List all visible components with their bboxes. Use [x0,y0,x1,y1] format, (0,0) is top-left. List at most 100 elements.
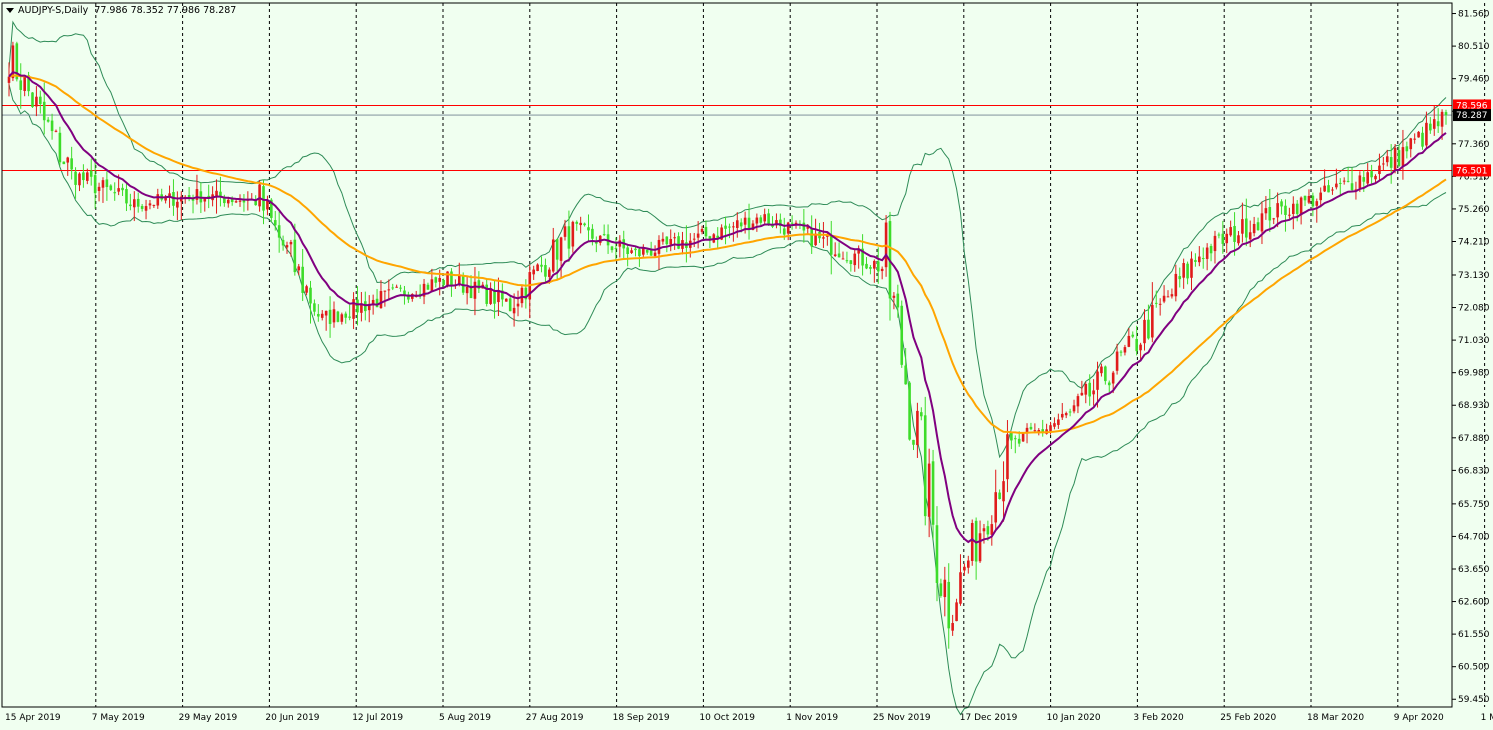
plot-frame [1,2,1453,708]
y-tick-label: 64.700 [1458,532,1490,542]
candle [1127,327,1131,348]
x-tick-label: 25 Feb 2020 [1220,713,1276,723]
horizontal-level-tag: 76.501 [1453,164,1491,177]
candle [246,191,250,211]
svg-text:78.287: 78.287 [1456,111,1488,121]
candle [516,290,520,317]
candles-layer [7,41,1448,649]
candle [39,90,42,114]
candle [31,92,34,108]
candle [1217,232,1221,239]
candle [1143,309,1146,351]
candle [203,197,207,212]
x-tick-label: 5 Aug 2019 [439,713,491,723]
y-tick-label: 60.500 [1458,663,1490,673]
candle [912,439,915,451]
candle [606,224,610,254]
candle [653,245,657,257]
candle [642,244,645,257]
x-tick-label: 10 Oct 2019 [699,713,755,723]
y-tick-label: 61.550 [1458,630,1490,640]
candle [1303,195,1307,207]
y-tick-label: 77.360 [1458,140,1490,150]
candle [152,204,156,208]
candle [767,208,770,226]
candle [1092,379,1095,406]
candle [410,293,414,302]
candle [1029,422,1033,431]
candle [1405,141,1409,159]
candle [1119,350,1123,357]
grid-layer [95,3,1486,707]
candle [97,182,101,202]
candle [692,232,696,248]
candle [309,280,312,324]
candle [1123,344,1127,356]
x-tick-label: 12 Jul 2019 [352,713,403,723]
candle [399,284,402,292]
candle [140,204,144,212]
candle [46,117,50,123]
candle [540,256,543,273]
candle [591,224,594,246]
candle [1252,216,1256,237]
candle [489,282,492,306]
candle [1100,363,1103,377]
ema-slow-line [8,74,1447,434]
candle [869,265,872,275]
candle [113,182,117,201]
y-tick-label: 69.980 [1458,369,1490,379]
x-tick-label: 1 Nov 2019 [786,713,838,723]
candle [735,212,739,238]
candle [923,396,927,526]
candle [1084,381,1088,404]
candle [1190,251,1193,291]
chart-window[interactable]: AUDJPY-S,Daily 77.986 78.352 77.986 78.2… [0,0,1493,730]
candle [74,167,77,199]
bollinger-lower [8,84,1447,716]
candle [66,156,70,176]
candle [665,236,669,253]
candle [661,232,665,245]
candle [1436,108,1440,133]
candle [183,195,187,204]
candle [669,229,673,252]
candle [473,266,477,316]
y-tick-label: 68.930 [1458,401,1490,411]
candle [465,276,469,305]
candle [630,247,633,254]
candle [724,216,727,245]
candle [129,193,132,211]
price-chart[interactable]: 15 Apr 2019 7 May 2019 29 May 2019 20 Jun 2… [0,0,1493,730]
candle [1241,202,1244,243]
candle [927,448,931,538]
candle [1162,285,1166,304]
candle [1225,228,1229,254]
candle [916,402,919,458]
x-tick-label: 29 May 2019 [179,713,238,723]
candle [387,279,391,301]
candle [1194,253,1197,267]
candle [1002,461,1005,522]
candle [841,251,845,260]
candle [258,180,261,212]
candle [1299,196,1303,225]
candle [1338,178,1342,197]
candle [23,75,26,97]
price-tags-layer: 78.59676.50178.287 [1453,99,1491,177]
x-tick-label: 18 Sep 2019 [613,713,670,723]
candle [313,299,316,316]
candle [1178,267,1182,288]
candle [814,218,817,247]
candle [579,216,582,234]
y-tick-label: 81.560 [1458,10,1490,20]
candle [508,294,512,312]
candle [1393,143,1397,174]
y-tick-label: 71.030 [1458,336,1490,346]
candle [422,278,426,305]
candle [532,265,535,280]
candle [434,276,438,288]
y-tick-label: 75.260 [1458,205,1490,215]
candle [1366,163,1369,186]
candle [1346,166,1350,183]
